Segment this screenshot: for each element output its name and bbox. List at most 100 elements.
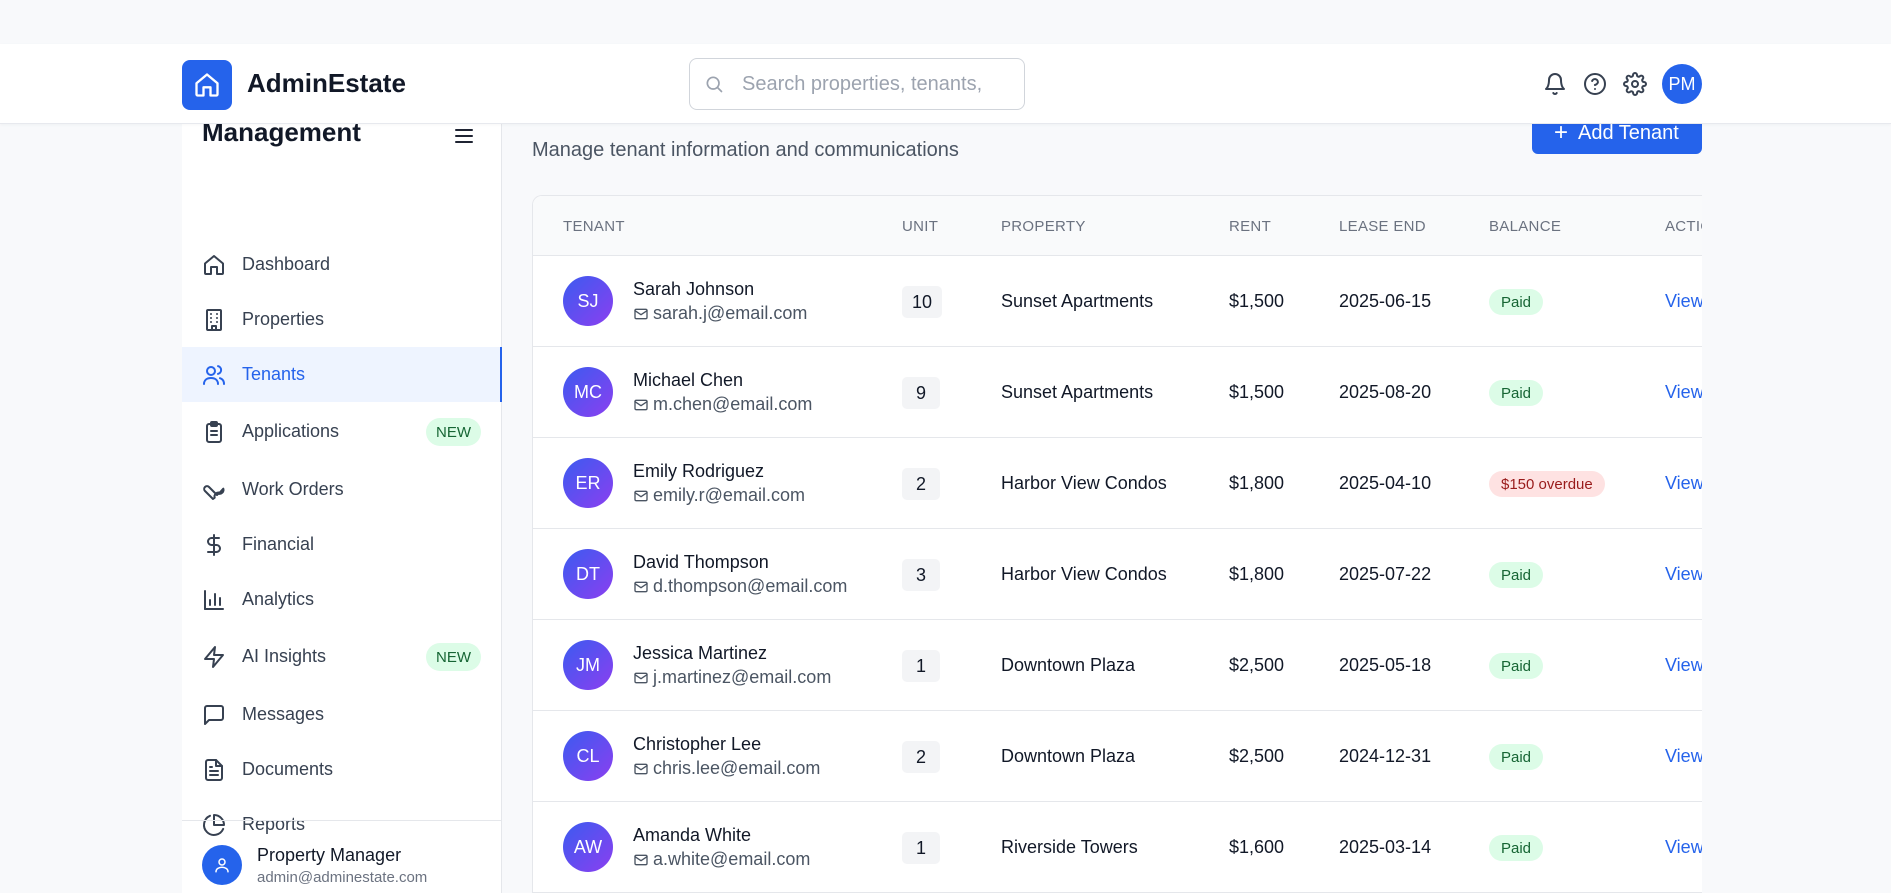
bell-icon[interactable]	[1541, 70, 1569, 98]
property-name: Downtown Plaza	[1001, 655, 1136, 675]
bar-chart-icon	[202, 588, 226, 612]
table-row: SJ Sarah Johnson sarah.j@email.com 10 Sunset…	[533, 256, 1702, 347]
rent-amount: $1,500	[1229, 382, 1285, 402]
logo[interactable]	[182, 60, 232, 110]
sidebar-item-financial[interactable]: Financial	[182, 517, 502, 572]
tenant-email: m.chen@email.com	[653, 394, 813, 414]
tenant-email: a.white@email.com	[653, 849, 811, 869]
home-icon	[202, 253, 226, 277]
dollar-icon	[202, 533, 226, 557]
lease-end-date: 2025-06-15	[1339, 291, 1432, 311]
view-link[interactable]: View	[1665, 564, 1702, 585]
table-row: MC Michael Chen m.chen@email.com 9 Sunset Ap…	[533, 347, 1702, 438]
tenant-avatar: SJ	[563, 276, 613, 326]
unit-badge: 1	[902, 832, 940, 864]
table-row: AW Amanda White a.white@email.com 1 Riversid…	[533, 802, 1702, 892]
col-lease-end: LEASE END	[1339, 218, 1426, 235]
balance-badge: Paid	[1489, 835, 1544, 861]
app-name: AdminEstate	[247, 68, 406, 98]
balance-badge: Paid	[1489, 744, 1544, 770]
view-link[interactable]: View	[1665, 746, 1702, 767]
tenant-avatar: MC	[563, 367, 613, 417]
view-link[interactable]: View	[1665, 655, 1702, 676]
tenant-avatar: CL	[563, 731, 613, 781]
col-balance: BALANCE	[1489, 218, 1562, 235]
col-property: PROPERTY	[1001, 218, 1086, 235]
unit-badge: 2	[902, 468, 940, 500]
sidebar-item-dashboard[interactable]: Dashboard	[182, 237, 502, 292]
tenant-email: d.thompson@email.com	[653, 576, 848, 596]
view-link[interactable]: View	[1665, 382, 1702, 403]
tenant-name: Jessica Martinez	[633, 643, 768, 663]
table-row: JM Jessica Martinez j.martinez@email.com 1 D…	[533, 620, 1702, 711]
lease-end-date: 2025-08-20	[1339, 382, 1432, 402]
clipboard-icon	[202, 420, 226, 444]
unit-badge: 9	[902, 377, 940, 409]
sidebar-item-properties[interactable]: Properties	[182, 292, 502, 347]
message-icon	[202, 703, 226, 727]
rent-amount: $1,800	[1229, 564, 1285, 584]
add-tenant-label: Add Tenant	[1578, 121, 1679, 144]
sidebar-item-tenants[interactable]: Tenants	[182, 347, 502, 402]
property-name: Sunset Apartments	[1001, 382, 1154, 402]
mail-icon	[634, 308, 648, 320]
sidebar-item-work-orders[interactable]: Work Orders	[182, 462, 502, 517]
tenant-name: David Thompson	[633, 552, 769, 572]
sidebar-user[interactable]: Property Manager admin@adminestate.com	[182, 820, 502, 893]
sidebar-item-documents[interactable]: Documents	[182, 742, 502, 797]
table-row: DT David Thompson d.thompson@email.com 3 Har…	[533, 529, 1702, 620]
search-bar[interactable]	[689, 58, 1025, 110]
mail-icon	[634, 672, 648, 684]
mail-icon	[634, 854, 648, 866]
building-icon	[202, 308, 226, 332]
property-name: Sunset Apartments	[1001, 291, 1154, 311]
menu-icon[interactable]	[452, 124, 476, 153]
sidebar-item-label: Analytics	[242, 589, 315, 609]
view-link[interactable]: View	[1665, 473, 1702, 494]
balance-badge: Paid	[1489, 380, 1544, 406]
property-name: Riverside Towers	[1001, 837, 1138, 857]
balance-badge: Paid	[1489, 562, 1544, 588]
mail-icon	[634, 490, 648, 502]
col-unit: UNIT	[902, 218, 939, 235]
rent-amount: $1,500	[1229, 291, 1285, 311]
page-subtitle: Manage tenant information and communicat…	[532, 139, 959, 161]
balance-badge: Paid	[1489, 653, 1544, 679]
sidebar-item-applications[interactable]: Applications NEW	[182, 404, 502, 459]
lease-end-date: 2025-05-18	[1339, 655, 1432, 675]
rent-amount: $1,600	[1229, 837, 1285, 857]
sidebar-item-ai-insights[interactable]: AI Insights NEW	[182, 629, 502, 684]
unit-badge: 1	[902, 650, 940, 682]
tenant-name: Christopher Lee	[633, 734, 762, 754]
lease-end-date: 2025-03-14	[1339, 837, 1432, 857]
user-avatar[interactable]: PM	[1662, 64, 1702, 104]
property-name: Downtown Plaza	[1001, 746, 1136, 766]
file-text-icon	[202, 758, 226, 782]
search-input[interactable]	[742, 72, 1002, 96]
mail-icon	[634, 581, 648, 593]
table-row: ER Emily Rodriguez emily.r@email.com 2 Harbo…	[533, 438, 1702, 529]
sidebar: Management Dashboard Properties Tenants App…	[182, 100, 502, 893]
lease-end-date: 2025-07-22	[1339, 564, 1432, 584]
users-icon	[202, 363, 226, 387]
view-link[interactable]: View	[1665, 837, 1702, 858]
view-link[interactable]: View	[1665, 291, 1702, 312]
property-name: Harbor View Condos	[1001, 473, 1167, 493]
plus-icon: +	[1554, 119, 1569, 146]
balance-badge: Paid	[1489, 289, 1544, 315]
table-row: CL Christopher Lee chris.lee@email.com 2 Dow…	[533, 711, 1702, 802]
tenants-table: TENANT UNIT PROPERTY RENT LEASE END BALA…	[532, 195, 1702, 893]
table-header: TENANT UNIT PROPERTY RENT LEASE END BALA…	[533, 196, 1702, 256]
tenant-email: emily.r@email.com	[653, 485, 805, 505]
tenant-avatar: ER	[563, 458, 613, 508]
wrench-icon	[202, 478, 226, 502]
help-icon[interactable]	[1581, 70, 1609, 98]
rent-amount: $2,500	[1229, 746, 1285, 766]
gear-icon[interactable]	[1621, 70, 1649, 98]
user-name: Property Manager	[257, 845, 402, 865]
tenant-email: sarah.j@email.com	[653, 303, 808, 323]
tenant-avatar: DT	[563, 549, 613, 599]
sidebar-item-messages[interactable]: Messages	[182, 687, 502, 742]
sidebar-item-analytics[interactable]: Analytics	[182, 572, 502, 627]
lease-end-date: 2025-04-10	[1339, 473, 1432, 493]
